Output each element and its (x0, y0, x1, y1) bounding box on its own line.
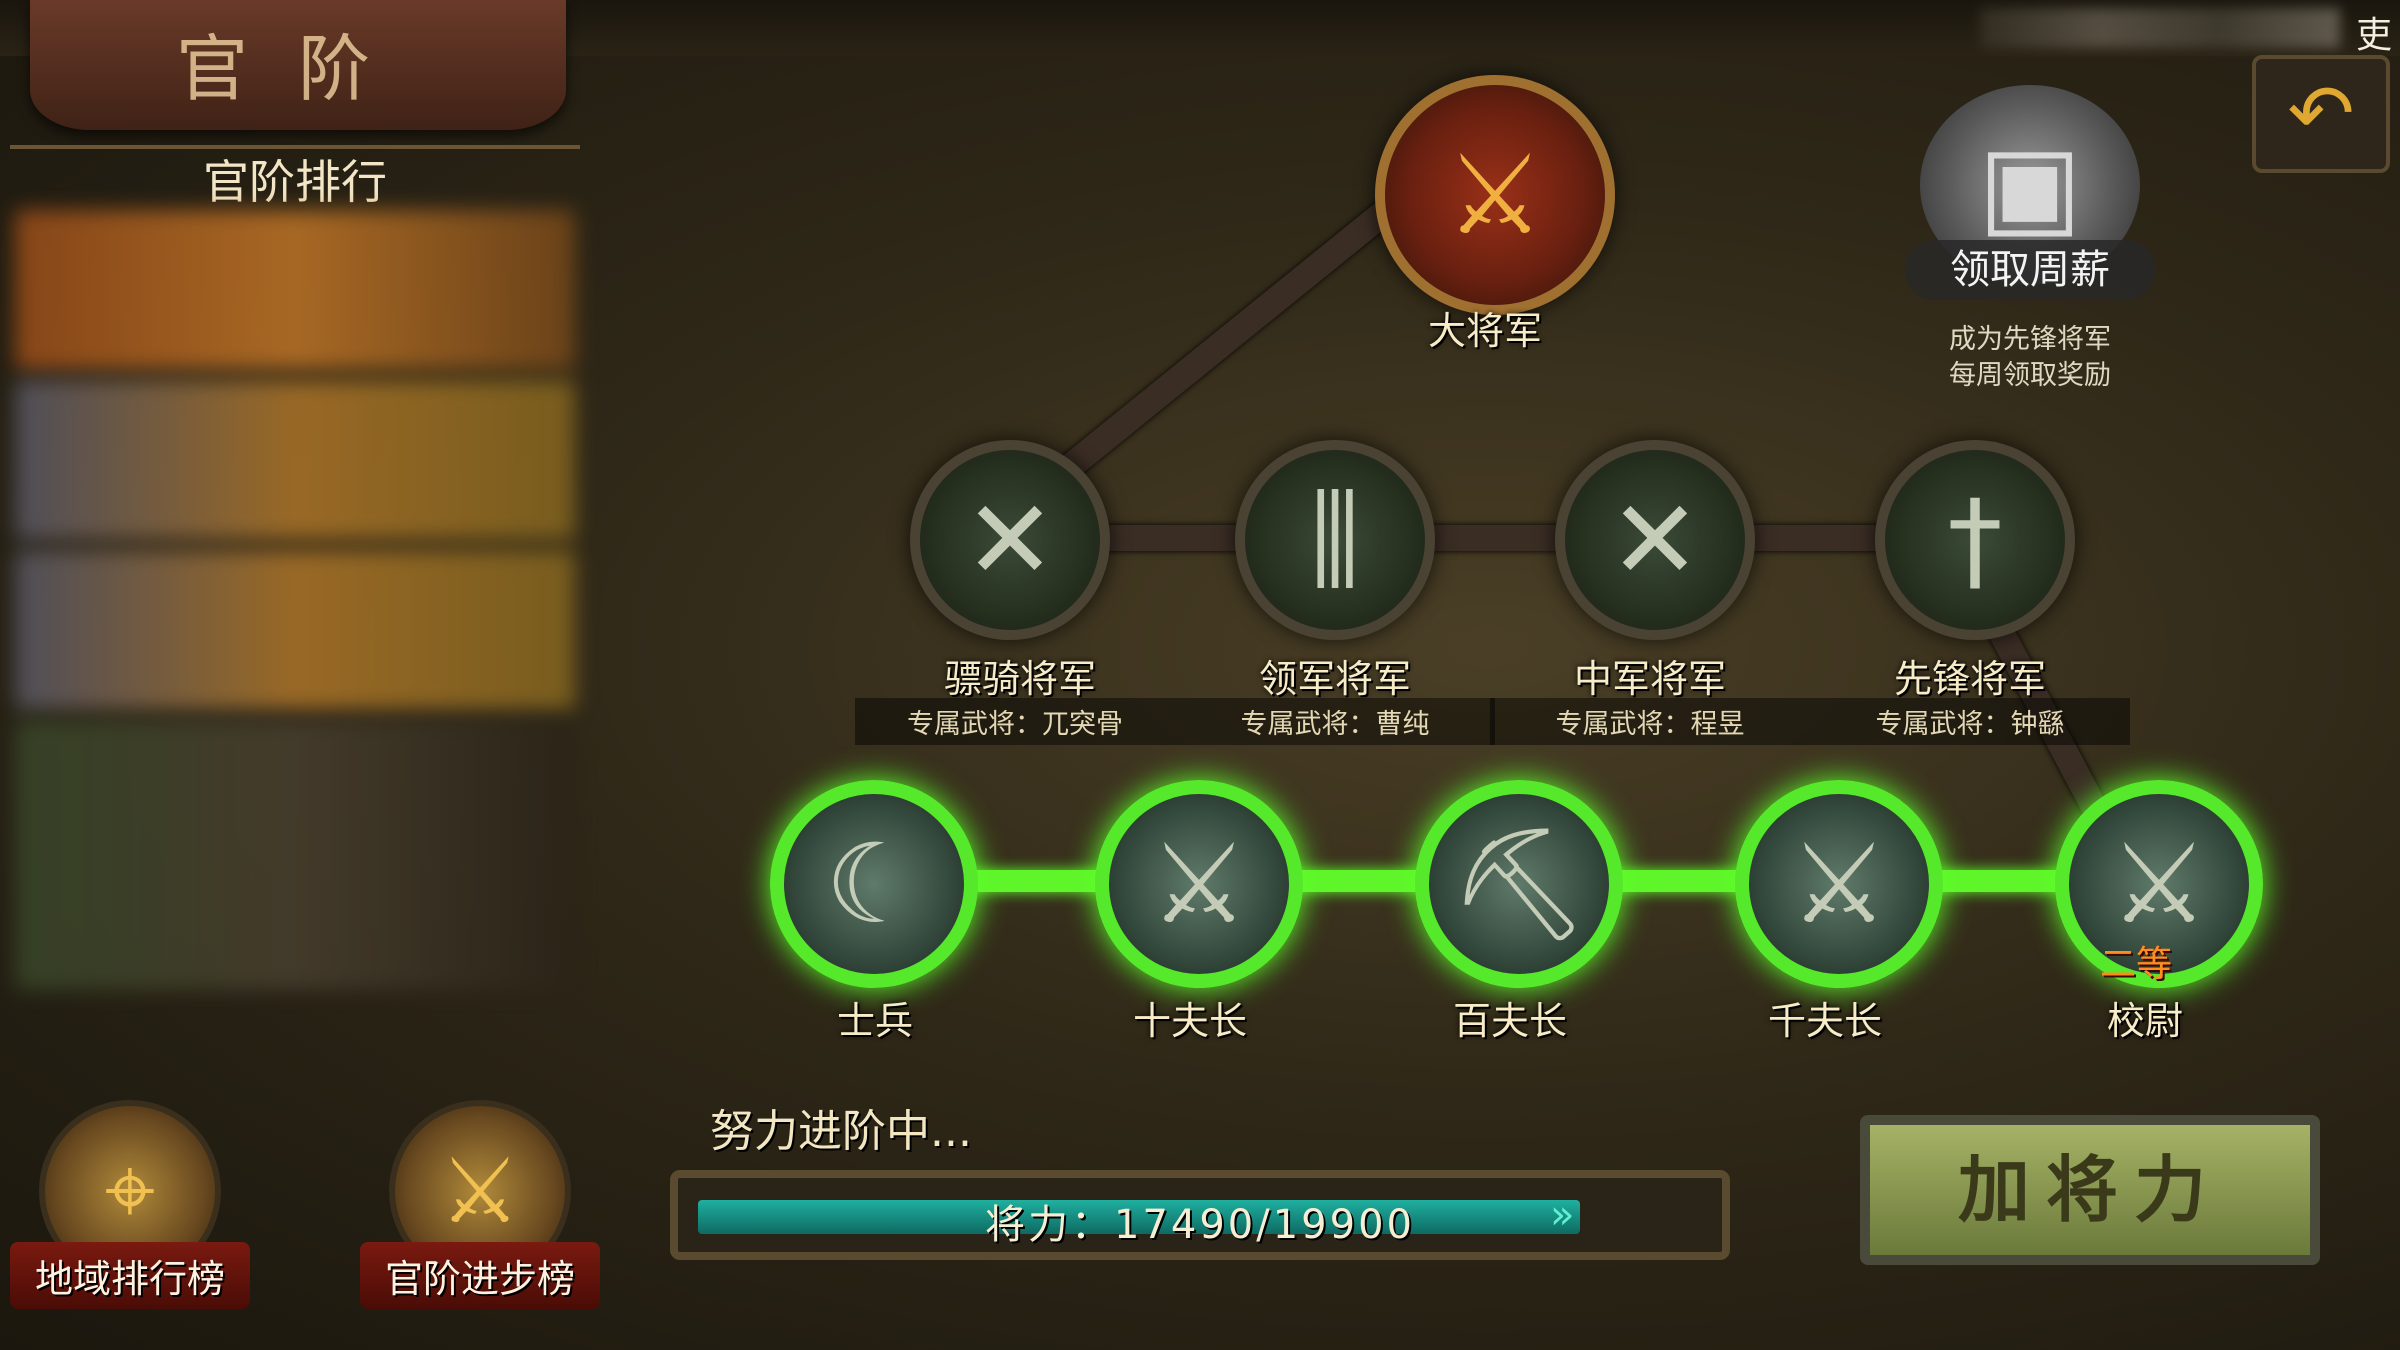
general-exclusive-1: 专属武将：兀突骨 (855, 698, 1175, 745)
ranking-row[interactable] (15, 210, 575, 370)
ranking-title: 官阶排行 (10, 145, 580, 215)
ranking-row[interactable] (15, 550, 575, 710)
dagger-icon: ⚔ (1149, 820, 1249, 948)
general-exclusive-2: 专属武将：曹纯 (1175, 698, 1495, 745)
general-label-2: 领军将军 (1258, 657, 1411, 701)
progress-caption: 努力进阶中... (710, 1106, 972, 1157)
rank-label-3: 百夫长 (1452, 999, 1567, 1043)
weekly-note-line2: 每周领取奖励 (1949, 360, 2111, 391)
general-node-2[interactable]: ⫼ (1235, 440, 1435, 640)
crossed-axes-icon: ⚔ (1445, 131, 1545, 259)
general-node-3[interactable]: ✕ (1555, 440, 1755, 640)
rank-label-5: 校尉 (2106, 999, 2183, 1043)
undo-icon: ↶ (2287, 67, 2355, 160)
undo-button[interactable]: ↶ (2252, 55, 2390, 173)
weekly-note: 成为先锋将军 每周领取奖励 (1880, 322, 2180, 394)
progress-bar: » 将力：17490/19900 (670, 1170, 1730, 1260)
page-title: 官阶 (175, 27, 420, 111)
rank-node-2[interactable]: ⚔ (1095, 780, 1303, 988)
rank-label-4: 千夫长 (1767, 999, 1882, 1043)
triple-swords-icon: ⫼ (1309, 475, 1361, 603)
progress-text: 将力：17490/19900 (985, 1202, 1415, 1248)
rank-grade-badge: 二等 (2100, 944, 2173, 985)
rank-node-4[interactable]: ⚔ (1735, 780, 1943, 988)
treasure-chest-icon: ▣ (1978, 121, 2082, 249)
general-node-1[interactable]: ✕ (910, 440, 1110, 640)
general-label-4: 先锋将军 (1893, 657, 2046, 701)
crossed-blades-icon: ✕ (1608, 476, 1702, 604)
page-title-plate: 官阶 (30, 0, 566, 130)
region-ranking-label: 地域排行榜 (10, 1242, 250, 1309)
rank-label-2: 十夫长 (1132, 999, 1247, 1043)
general-label-1: 骠骑将军 (943, 657, 1096, 701)
blurred-resource-bar (1980, 8, 2340, 48)
rank-node-3[interactable]: ⛏ (1415, 780, 1623, 988)
general-exclusive-3: 专属武将：程昱 (1490, 698, 1810, 745)
glaive-icon: ⚔ (2109, 820, 2209, 948)
region-ranking-button[interactable]: ⌖ 地域排行榜 (10, 1100, 250, 1309)
advance-ranking-label: 官阶进步榜 (360, 1242, 600, 1309)
ranking-row[interactable] (15, 380, 575, 540)
weekly-note-line1: 成为先锋将军 (1949, 324, 2111, 355)
ranking-list (15, 210, 575, 1000)
blade-icon: ⚔ (1789, 820, 1889, 948)
add-power-button[interactable]: 加将力 (1860, 1115, 2320, 1265)
rank-label-1: 士兵 (836, 999, 913, 1043)
rank-node-1[interactable]: ☾ (770, 780, 978, 988)
tier-grand-general-label: 大将军 (1427, 309, 1542, 353)
advance-ranking-button[interactable]: ⚔ 官阶进步榜 (360, 1100, 600, 1309)
general-exclusive-4: 专属武将：钟繇 (1810, 698, 2130, 745)
sickle-icon: ☾ (824, 820, 924, 948)
topbar-cut-text: 吏 (2355, 15, 2392, 56)
general-label-3: 中军将军 (1573, 657, 1726, 701)
general-node-4[interactable]: † (1875, 440, 2075, 640)
crossed-swords-icon: ✕ (963, 476, 1057, 604)
ranking-self-row[interactable] (15, 720, 575, 990)
single-sword-icon: † (1947, 476, 2003, 604)
tier-grand-general-node[interactable]: ⚔ (1375, 75, 1615, 315)
path-generals (1020, 525, 2020, 551)
pickaxe-icon: ⛏ (1449, 819, 1589, 948)
weekly-claim-label[interactable]: 领取周薪 (1905, 240, 2155, 300)
